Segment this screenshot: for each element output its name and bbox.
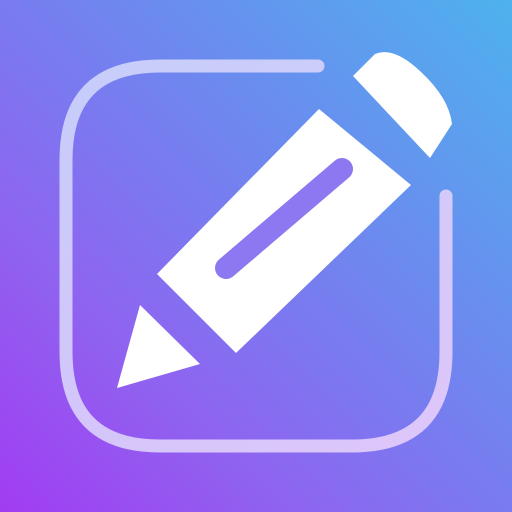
pencil-tip xyxy=(117,305,200,388)
pencil-icon xyxy=(117,52,452,388)
app-icon xyxy=(0,0,512,512)
app-icon-artwork xyxy=(59,52,453,453)
pencil-eraser xyxy=(353,52,452,158)
